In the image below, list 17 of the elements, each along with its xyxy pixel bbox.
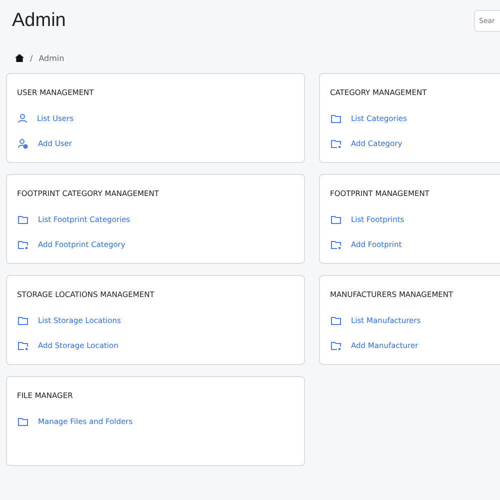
breadcrumb-item: Admin [38,54,64,62]
folder-icon [331,216,341,224]
folder-add-icon [18,342,28,350]
folder-icon [18,316,28,324]
page-title: Admin [12,10,66,32]
breadcrumb-separator: / [30,54,33,62]
folder-add-icon [331,342,341,350]
folder-icon [331,114,341,122]
folder-add-icon [18,240,28,248]
home-icon[interactable] [15,54,24,62]
folder-icon [18,418,28,426]
user-add-icon [18,138,28,148]
user-icon [18,114,27,123]
folder-icon [331,316,341,324]
folder-icon [18,216,28,224]
folder-add-icon [331,140,341,148]
folder-add-icon [331,240,341,248]
